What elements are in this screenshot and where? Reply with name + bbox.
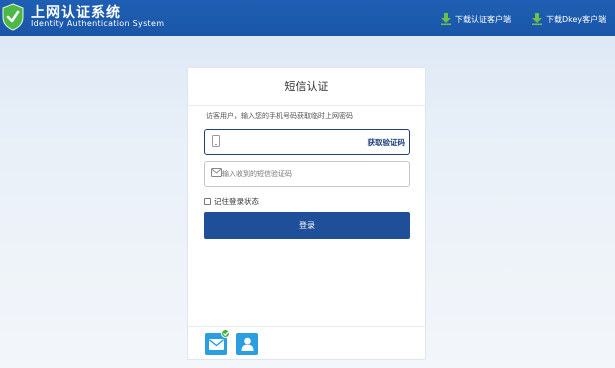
- user-icon: [241, 337, 253, 351]
- download-dkey-link[interactable]: 下载Dkey客户端: [532, 12, 606, 26]
- app-subtitle: Identity Authentication System: [31, 19, 165, 28]
- card-title: 短信认证: [188, 68, 425, 106]
- remember-me[interactable]: 记住登录状态: [204, 196, 259, 207]
- selected-check-icon: [221, 329, 230, 338]
- shield-check-icon: [2, 3, 24, 31]
- mobile-phone-icon: [212, 135, 220, 147]
- code-field: [204, 161, 410, 187]
- download-dkey-label: 下载Dkey客户端: [546, 14, 607, 24]
- remember-label: 记住登录状态: [214, 197, 259, 206]
- login-button[interactable]: 登录: [204, 212, 410, 239]
- download-client-label: 下载认证客户端: [455, 14, 511, 24]
- download-icon: [441, 13, 451, 25]
- phone-field: 获取验证码: [204, 129, 410, 155]
- remember-checkbox[interactable]: [204, 198, 211, 205]
- account-mode-button[interactable]: [236, 333, 258, 355]
- sms-code-input[interactable]: [222, 166, 352, 182]
- top-header: 上网认证系统 Identity Authentication System 下载…: [0, 0, 615, 36]
- phone-input[interactable]: [225, 134, 355, 150]
- download-icon: [532, 13, 542, 25]
- auth-mode-bar: [188, 326, 425, 359]
- get-code-button[interactable]: 获取验证码: [368, 137, 406, 148]
- download-client-link[interactable]: 下载认证客户端: [441, 12, 511, 26]
- envelope-icon: [211, 168, 222, 177]
- sms-auth-card: 短信认证 访客用户，输入您的手机号码获取临时上网密码 获取验证码 记住登录状态 …: [187, 67, 426, 360]
- hint-text: 访客用户，输入您的手机号码获取临时上网密码: [206, 112, 353, 120]
- envelope-icon: [208, 338, 224, 350]
